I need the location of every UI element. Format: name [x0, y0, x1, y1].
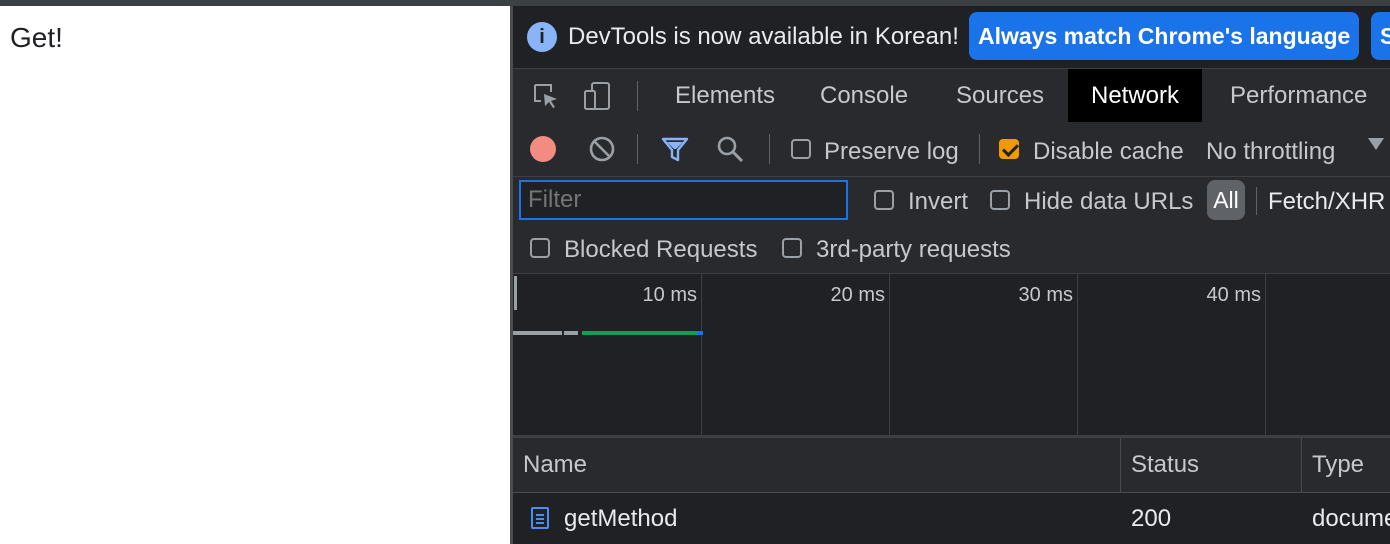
- waterfall-end-bar: [697, 331, 703, 335]
- third-party-label: 3rd-party requests: [816, 236, 1011, 263]
- column-header-type[interactable]: Type: [1302, 438, 1390, 492]
- device-toolbar-icon[interactable]: [583, 81, 613, 111]
- devtools-panel: i DevTools is now available in Korean! A…: [510, 6, 1390, 544]
- always-match-language-button[interactable]: Always match Chrome's language: [969, 12, 1360, 60]
- timeline-tick-label: 40 ms: [1206, 284, 1261, 306]
- table-row[interactable]: getMethod 200 docume: [513, 493, 1390, 544]
- timeline-tick-label: 20 ms: [830, 284, 885, 306]
- infobar-secondary-button[interactable]: S: [1371, 12, 1390, 60]
- network-toolbar: Preserve log Disable cache No throttling: [513, 122, 1390, 177]
- column-header-status[interactable]: Status: [1121, 438, 1302, 492]
- hide-data-urls-label: Hide data URLs: [1024, 188, 1194, 215]
- timeline-gridline: [889, 274, 890, 435]
- filter-icon[interactable]: [661, 135, 689, 163]
- timeline-overview[interactable]: 10 ms 20 ms 30 ms 40 ms: [513, 274, 1390, 438]
- language-infobar: i DevTools is now available in Korean! A…: [513, 6, 1390, 68]
- preserve-log-label: Preserve log: [824, 138, 959, 165]
- tab-separator: [637, 81, 638, 111]
- timeline-tick-label: 10 ms: [642, 284, 697, 306]
- info-icon: i: [527, 22, 557, 52]
- infobar-message: DevTools is now available in Korean!: [568, 23, 959, 50]
- timeline-gridline: [701, 274, 702, 435]
- request-status: 200: [1131, 505, 1172, 532]
- requests-table-header: Name Status Type: [513, 438, 1390, 493]
- toolbar-separator: [979, 134, 980, 164]
- waterfall-queue-bar: [564, 331, 578, 335]
- timeline-selection-handle[interactable]: [514, 276, 517, 310]
- disable-cache-checkbox[interactable]: [999, 139, 1019, 159]
- waterfall-download-bar: [582, 331, 697, 335]
- page-body-text: Get!: [10, 22, 63, 53]
- invert-checkbox[interactable]: [874, 190, 894, 210]
- timeline-tick-label: 30 ms: [1018, 284, 1073, 306]
- throttling-select[interactable]: No throttling: [1206, 138, 1335, 166]
- filter-input[interactable]: [519, 180, 848, 220]
- tab-console[interactable]: Console: [797, 69, 931, 122]
- disable-cache-label: Disable cache: [1033, 138, 1184, 165]
- toolbar-separator: [769, 134, 770, 164]
- inspect-element-icon[interactable]: [531, 81, 561, 111]
- preserve-log-checkbox[interactable]: [791, 139, 811, 159]
- chevron-down-icon[interactable]: [1368, 138, 1384, 150]
- hide-data-urls-checkbox[interactable]: [990, 190, 1010, 210]
- tab-network[interactable]: Network: [1068, 69, 1203, 122]
- blocked-requests-label: Blocked Requests: [564, 236, 758, 263]
- clear-icon[interactable]: [588, 135, 616, 163]
- toolbar-separator: [637, 134, 638, 164]
- type-filter-fetch-xhr[interactable]: Fetch/XHR: [1268, 188, 1385, 216]
- filter-separator: [1256, 187, 1257, 215]
- tab-performance[interactable]: Performance: [1207, 69, 1390, 122]
- waterfall-waiting-bar: [513, 331, 562, 335]
- third-party-checkbox[interactable]: [782, 238, 802, 258]
- record-button[interactable]: [530, 136, 556, 162]
- invert-label: Invert: [908, 188, 969, 215]
- filter-bar: Invert Hide data URLs All Fetch/XHR Bloc…: [513, 177, 1390, 274]
- timeline-gridline: [1265, 274, 1266, 435]
- column-header-name[interactable]: Name: [513, 438, 1121, 492]
- search-icon[interactable]: [716, 135, 744, 163]
- type-filter-all[interactable]: All: [1207, 180, 1245, 220]
- tab-sources[interactable]: Sources: [933, 69, 1067, 122]
- request-name[interactable]: getMethod: [564, 493, 677, 544]
- devtools-tab-bar: Elements Console Sources Network Perform…: [513, 68, 1390, 123]
- timeline-gridline: [1077, 274, 1078, 435]
- document-icon: [531, 507, 549, 529]
- request-type: docume: [1312, 505, 1390, 532]
- page-viewport: Get!: [0, 6, 510, 544]
- tab-elements[interactable]: Elements: [652, 69, 798, 122]
- blocked-requests-checkbox[interactable]: [530, 238, 550, 258]
